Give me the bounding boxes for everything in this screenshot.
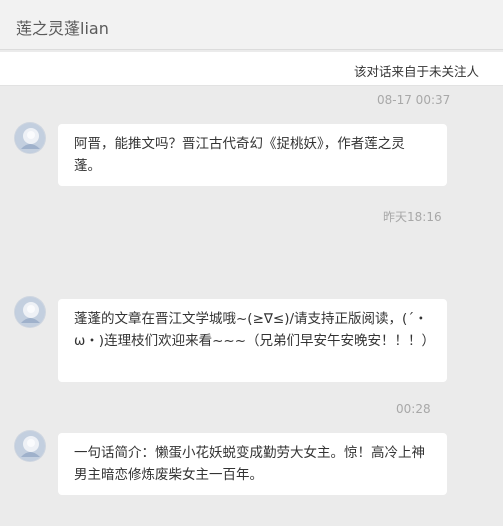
message-timestamp: 08-17 00:37 xyxy=(377,93,451,107)
non-follower-notice: 该对话来自于未关注人 xyxy=(0,52,503,86)
avatar[interactable] xyxy=(15,297,45,327)
message-text: 一句话简介：懒蛋小花妖蜕变成勤劳大女主。惊！高冷上神男主暗恋修炼废柴女主一百年。 xyxy=(74,445,425,483)
notice-text: 该对话来自于未关注人 xyxy=(353,64,479,79)
message-timestamp: 昨天18:16 xyxy=(383,210,442,224)
message-bubble[interactable]: 一句话简介：懒蛋小花妖蜕变成勤劳大女主。惊！高冷上神男主暗恋修炼废柴女主一百年。 xyxy=(58,433,447,495)
chat-header: 莲之灵蓬lian xyxy=(0,0,503,50)
message-text: 蓬蓬的文章在晋江文学城哦~(≥∇≤)/请支持正版阅读，(´・ω・)连理枝们欢迎来… xyxy=(74,311,436,349)
message-text: 阿晋，能推文吗？晋江古代奇幻《捉桃妖》，作者莲之灵蓬。 xyxy=(74,136,405,174)
avatar[interactable] xyxy=(15,123,45,153)
avatar-image xyxy=(15,123,45,153)
chat-title: 莲之灵蓬lian xyxy=(16,19,109,38)
message-bubble[interactable]: 阿晋，能推文吗？晋江古代奇幻《捉桃妖》，作者莲之灵蓬。 xyxy=(58,124,447,186)
avatar-image xyxy=(15,297,45,327)
avatar[interactable] xyxy=(15,431,45,461)
avatar-image xyxy=(15,431,45,461)
message-timestamp: 00:28 xyxy=(396,402,431,416)
message-bubble[interactable]: 蓬蓬的文章在晋江文学城哦~(≥∇≤)/请支持正版阅读，(´・ω・)连理枝们欢迎来… xyxy=(58,299,447,382)
